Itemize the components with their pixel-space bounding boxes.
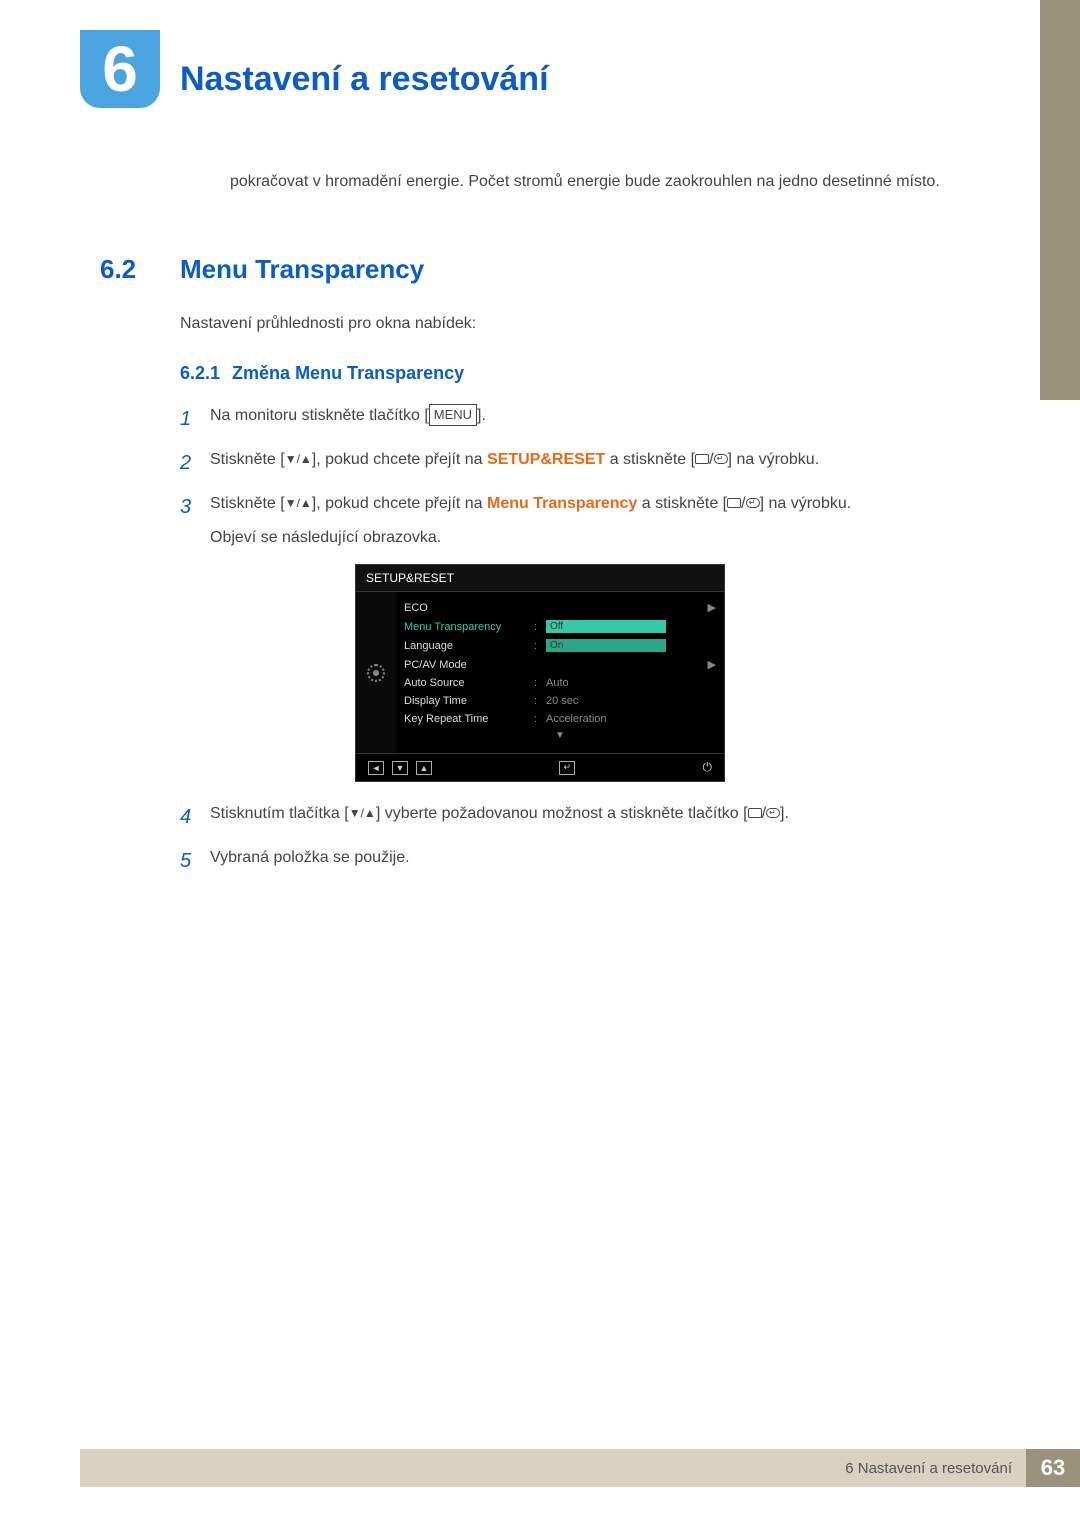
footer-page-number: 63 (1026, 1449, 1080, 1487)
step-text: Vybraná položka se použije. (210, 846, 980, 870)
osd-row-keyrepeat: Key Repeat Time : Acceleration (396, 710, 724, 728)
osd-row-pcav: PC/AV Mode ▶ (396, 655, 724, 674)
intro-paragraph: pokračovat v hromadění energie. Počet st… (230, 170, 980, 194)
subsection-number: 6.2.1 (180, 363, 220, 384)
step-2-mid: ], pokud chcete přejít na (312, 451, 487, 468)
side-tab (1040, 0, 1080, 400)
osd-row-menu-transparency: Menu Transparency : Off (396, 617, 724, 636)
subsection-heading: 6.2.1 Změna Menu Transparency (180, 363, 980, 384)
chapter-title: Nastavení a resetování (180, 30, 549, 99)
nav-left-icon: ◄ (368, 761, 384, 775)
chapter-header: 6 Nastavení a resetování (0, 0, 1080, 120)
osd-label: PC/AV Mode (404, 659, 534, 671)
section-number: 6.2 (100, 254, 180, 285)
step-1-post: ]. (477, 407, 486, 424)
osd-title: SETUP&RESET (356, 565, 724, 592)
chevron-right-icon: ▶ (702, 601, 716, 614)
osd-value: Auto (546, 677, 702, 689)
osd-label: Key Repeat Time (404, 713, 534, 725)
step-4-pre: Stisknutím tlačítka [ (210, 805, 349, 822)
enter-icon (766, 808, 780, 818)
step-text: Stiskněte [▼/▲], pokud chcete přejít na … (210, 492, 980, 550)
power-icon: ⏻ (703, 760, 713, 775)
chapter-number: 6 (102, 32, 138, 106)
chevron-right-icon: ▶ (702, 658, 716, 671)
gear-icon (367, 664, 385, 682)
step-text: Stisknutím tlačítka [▼/▲] vyberte požado… (210, 802, 980, 826)
osd-menu-list: ECO ▶ Menu Transparency : Off Language :… (396, 592, 724, 753)
osd-footer: ◄ ▼ ▲ ↵ ⏻ (356, 753, 724, 781)
subsection-title: Změna Menu Transparency (232, 363, 464, 384)
menu-button-label: MENU (429, 404, 477, 426)
step-3: 3 Stiskněte [▼/▲], pokud chcete přejít n… (180, 492, 980, 550)
source-icon (727, 498, 741, 508)
step-3-pre: Stiskněte [ (210, 495, 285, 512)
page-footer: 6 Nastavení a resetování 63 (80, 1449, 1080, 1487)
nav-down-icon: ▼ (392, 761, 408, 775)
step-3-line2: Objeví se následující obrazovka. (210, 526, 980, 550)
osd-option-off: Off (546, 620, 666, 633)
step-2-target: SETUP&RESET (487, 451, 605, 468)
step-number: 2 (180, 448, 210, 478)
step-3-mid: ], pokud chcete přejít na (312, 495, 487, 512)
osd-row-displaytime: Display Time : 20 sec (396, 692, 724, 710)
down-up-icon: ▼/▲ (285, 496, 312, 510)
section-title: Menu Transparency (180, 254, 424, 285)
step-number: 4 (180, 802, 210, 832)
osd-label: Auto Source (404, 677, 534, 689)
step-number: 1 (180, 404, 210, 434)
step-4: 4 Stisknutím tlačítka [▼/▲] vyberte poža… (180, 802, 980, 832)
osd-value: Acceleration (546, 713, 702, 725)
step-1: 1 Na monitoru stiskněte tlačítko [MENU]. (180, 404, 980, 434)
osd-label: Menu Transparency (404, 621, 534, 633)
section-heading: 6.2 Menu Transparency (100, 254, 980, 285)
source-icon (695, 454, 709, 464)
step-number: 3 (180, 492, 210, 522)
enter-icon (714, 454, 728, 464)
step-4-mid: ] vyberte požadovanou možnost a stisknět… (376, 805, 748, 822)
osd-screenshot: SETUP&RESET ECO ▶ Menu Transparency : Of… (355, 564, 725, 782)
osd-row-eco: ECO ▶ (396, 598, 724, 617)
step-2-post2: ] na výrobku. (728, 451, 820, 468)
osd-label: Display Time (404, 695, 534, 707)
osd-label: Language (404, 640, 534, 652)
down-up-icon: ▼/▲ (285, 452, 312, 466)
step-text: Stiskněte [▼/▲], pokud chcete přejít na … (210, 448, 980, 472)
nav-up-icon: ▲ (416, 761, 432, 775)
osd-label: ECO (404, 602, 534, 614)
step-2: 2 Stiskněte [▼/▲], pokud chcete přejít n… (180, 448, 980, 478)
step-4-post: ]. (780, 805, 789, 822)
osd-value: 20 sec (546, 695, 702, 707)
step-2-pre: Stiskněte [ (210, 451, 285, 468)
step-5: 5 Vybraná položka se použije. (180, 846, 980, 876)
step-1-pre: Na monitoru stiskněte tlačítko [ (210, 407, 429, 424)
footer-chapter-label: 6 Nastavení a resetování (80, 1449, 1026, 1487)
osd-row-autosource: Auto Source : Auto (396, 674, 724, 692)
chapter-badge: 6 (80, 30, 160, 120)
step-text: Na monitoru stiskněte tlačítko [MENU]. (210, 404, 980, 428)
enter-icon (746, 498, 760, 508)
down-up-icon: ▼/▲ (349, 806, 376, 820)
step-3-post2: ] na výrobku. (760, 495, 852, 512)
osd-icon-column (356, 592, 396, 753)
nav-enter-icon: ↵ (559, 761, 575, 775)
step-number: 5 (180, 846, 210, 876)
osd-row-on-option: Language : On (396, 636, 724, 655)
source-icon (748, 808, 762, 818)
step-2-post1: a stiskněte [ (605, 451, 695, 468)
section-description: Nastavení průhlednosti pro okna nabídek: (180, 315, 980, 333)
step-3-target: Menu Transparency (487, 495, 637, 512)
osd-option-on: On (546, 639, 666, 652)
step-3-post1: a stiskněte [ (637, 495, 727, 512)
chevron-down-icon: ▼ (396, 728, 724, 747)
